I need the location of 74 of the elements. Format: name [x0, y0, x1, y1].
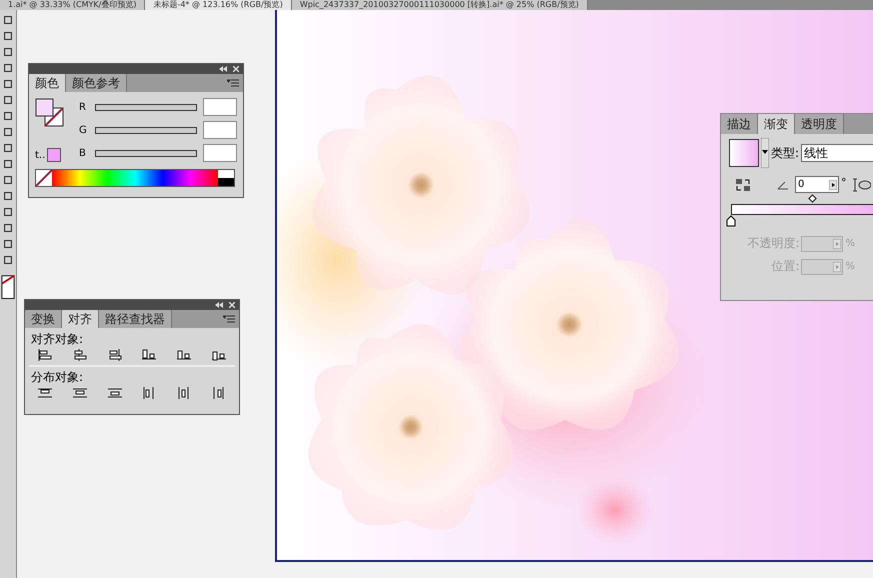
- unit-label: %: [845, 261, 855, 272]
- unit-label: %: [845, 238, 855, 249]
- channel-field[interactable]: [203, 121, 237, 139]
- section-label: 分布对象:: [31, 369, 84, 386]
- tool-icon[interactable]: [2, 14, 14, 26]
- menu-icon[interactable]: [223, 315, 235, 323]
- degree-sign: °: [841, 176, 846, 189]
- channel-slider[interactable]: [95, 104, 197, 110]
- type-label: 类型:: [771, 144, 800, 162]
- type-dropdown[interactable]: 线性: [801, 144, 873, 162]
- gradient-ramp[interactable]: [731, 204, 873, 215]
- align-icon[interactable]: [37, 348, 53, 362]
- panel-tab[interactable]: 对齐: [62, 310, 99, 328]
- aspect-ratio-icon[interactable]: [852, 178, 870, 192]
- channel-field[interactable]: [203, 144, 237, 162]
- collapse-icon[interactable]: [219, 66, 227, 72]
- angle-icon: [777, 180, 789, 190]
- tool-icon[interactable]: [2, 206, 14, 218]
- color-chip[interactable]: [47, 148, 62, 162]
- tool-icon[interactable]: [2, 126, 14, 138]
- fill-stroke-icon[interactable]: [35, 98, 65, 128]
- fill-stroke-icon[interactable]: [1, 274, 15, 302]
- tool-icon[interactable]: [2, 94, 14, 106]
- tool-icon[interactable]: [2, 78, 14, 90]
- tool-icon[interactable]: [2, 238, 14, 250]
- tool-icon[interactable]: [2, 174, 14, 186]
- distribute-icon[interactable]: [72, 386, 88, 400]
- panel-tab[interactable]: 渐变: [758, 114, 795, 134]
- color-spectrum[interactable]: [52, 170, 218, 186]
- field-label: 位置:: [771, 258, 800, 275]
- panel-tab[interactable]: 描边: [721, 114, 758, 134]
- panel-tab[interactable]: 颜色参考: [66, 74, 127, 92]
- channel-slider[interactable]: [95, 150, 197, 156]
- tool-icon[interactable]: [2, 110, 14, 122]
- document-tab[interactable]: 未标题-4* @ 123.16% (RGB/预览): [145, 0, 292, 10]
- panel-tab[interactable]: 颜色: [29, 74, 66, 92]
- reverse-gradient-icon[interactable]: [735, 178, 751, 192]
- document-tab[interactable]: 1.ai* @ 33.33% (CMYK/叠印预览): [0, 0, 146, 10]
- tool-icon[interactable]: [2, 142, 14, 154]
- panel-tab[interactable]: 路径查找器: [99, 310, 172, 328]
- panel-tab[interactable]: 变换: [25, 310, 62, 328]
- collapse-icon[interactable]: [215, 302, 223, 308]
- stepper-arrow-icon[interactable]: [829, 180, 837, 190]
- color-hint: t..: [35, 150, 46, 160]
- align-icon[interactable]: [141, 348, 158, 362]
- align-icon[interactable]: [72, 348, 88, 362]
- none-swatch-icon[interactable]: [36, 170, 52, 186]
- field-label: 不透明度:: [747, 235, 800, 252]
- color-stop-icon[interactable]: [726, 215, 736, 227]
- tool-icon[interactable]: [2, 254, 14, 266]
- channel-field[interactable]: [203, 98, 237, 116]
- tool-icon[interactable]: [2, 158, 14, 170]
- gradient-swatch[interactable]: [729, 139, 759, 167]
- channel-slider[interactable]: [95, 126, 197, 134]
- menu-icon[interactable]: [227, 79, 239, 87]
- default-colors-swatch[interactable]: [218, 170, 234, 186]
- tool-icon[interactable]: [2, 222, 14, 234]
- distribute-icon[interactable]: [37, 386, 53, 400]
- close-icon[interactable]: [233, 66, 239, 72]
- channel-label: B: [79, 148, 87, 158]
- tool-icon[interactable]: [2, 62, 14, 74]
- channel-label: R: [79, 102, 87, 112]
- close-icon[interactable]: [229, 302, 235, 308]
- align-icon[interactable]: [176, 348, 192, 362]
- document-tab[interactable]: Wpic_2437337_20100327000111030000 [转换].ai* @ 25% (RGB/预览): [292, 0, 588, 10]
- panel-tab[interactable]: 透明度: [795, 114, 844, 134]
- distribute-icon[interactable]: [106, 386, 123, 400]
- tool-icon[interactable]: [2, 30, 14, 42]
- tool-icon[interactable]: [2, 46, 14, 58]
- tool-icon[interactable]: [2, 190, 14, 202]
- channel-label: G: [79, 124, 88, 136]
- align-icon[interactable]: [106, 348, 123, 362]
- section-label: 对齐对象:: [31, 331, 84, 348]
- dropdown-icon[interactable]: [761, 138, 769, 168]
